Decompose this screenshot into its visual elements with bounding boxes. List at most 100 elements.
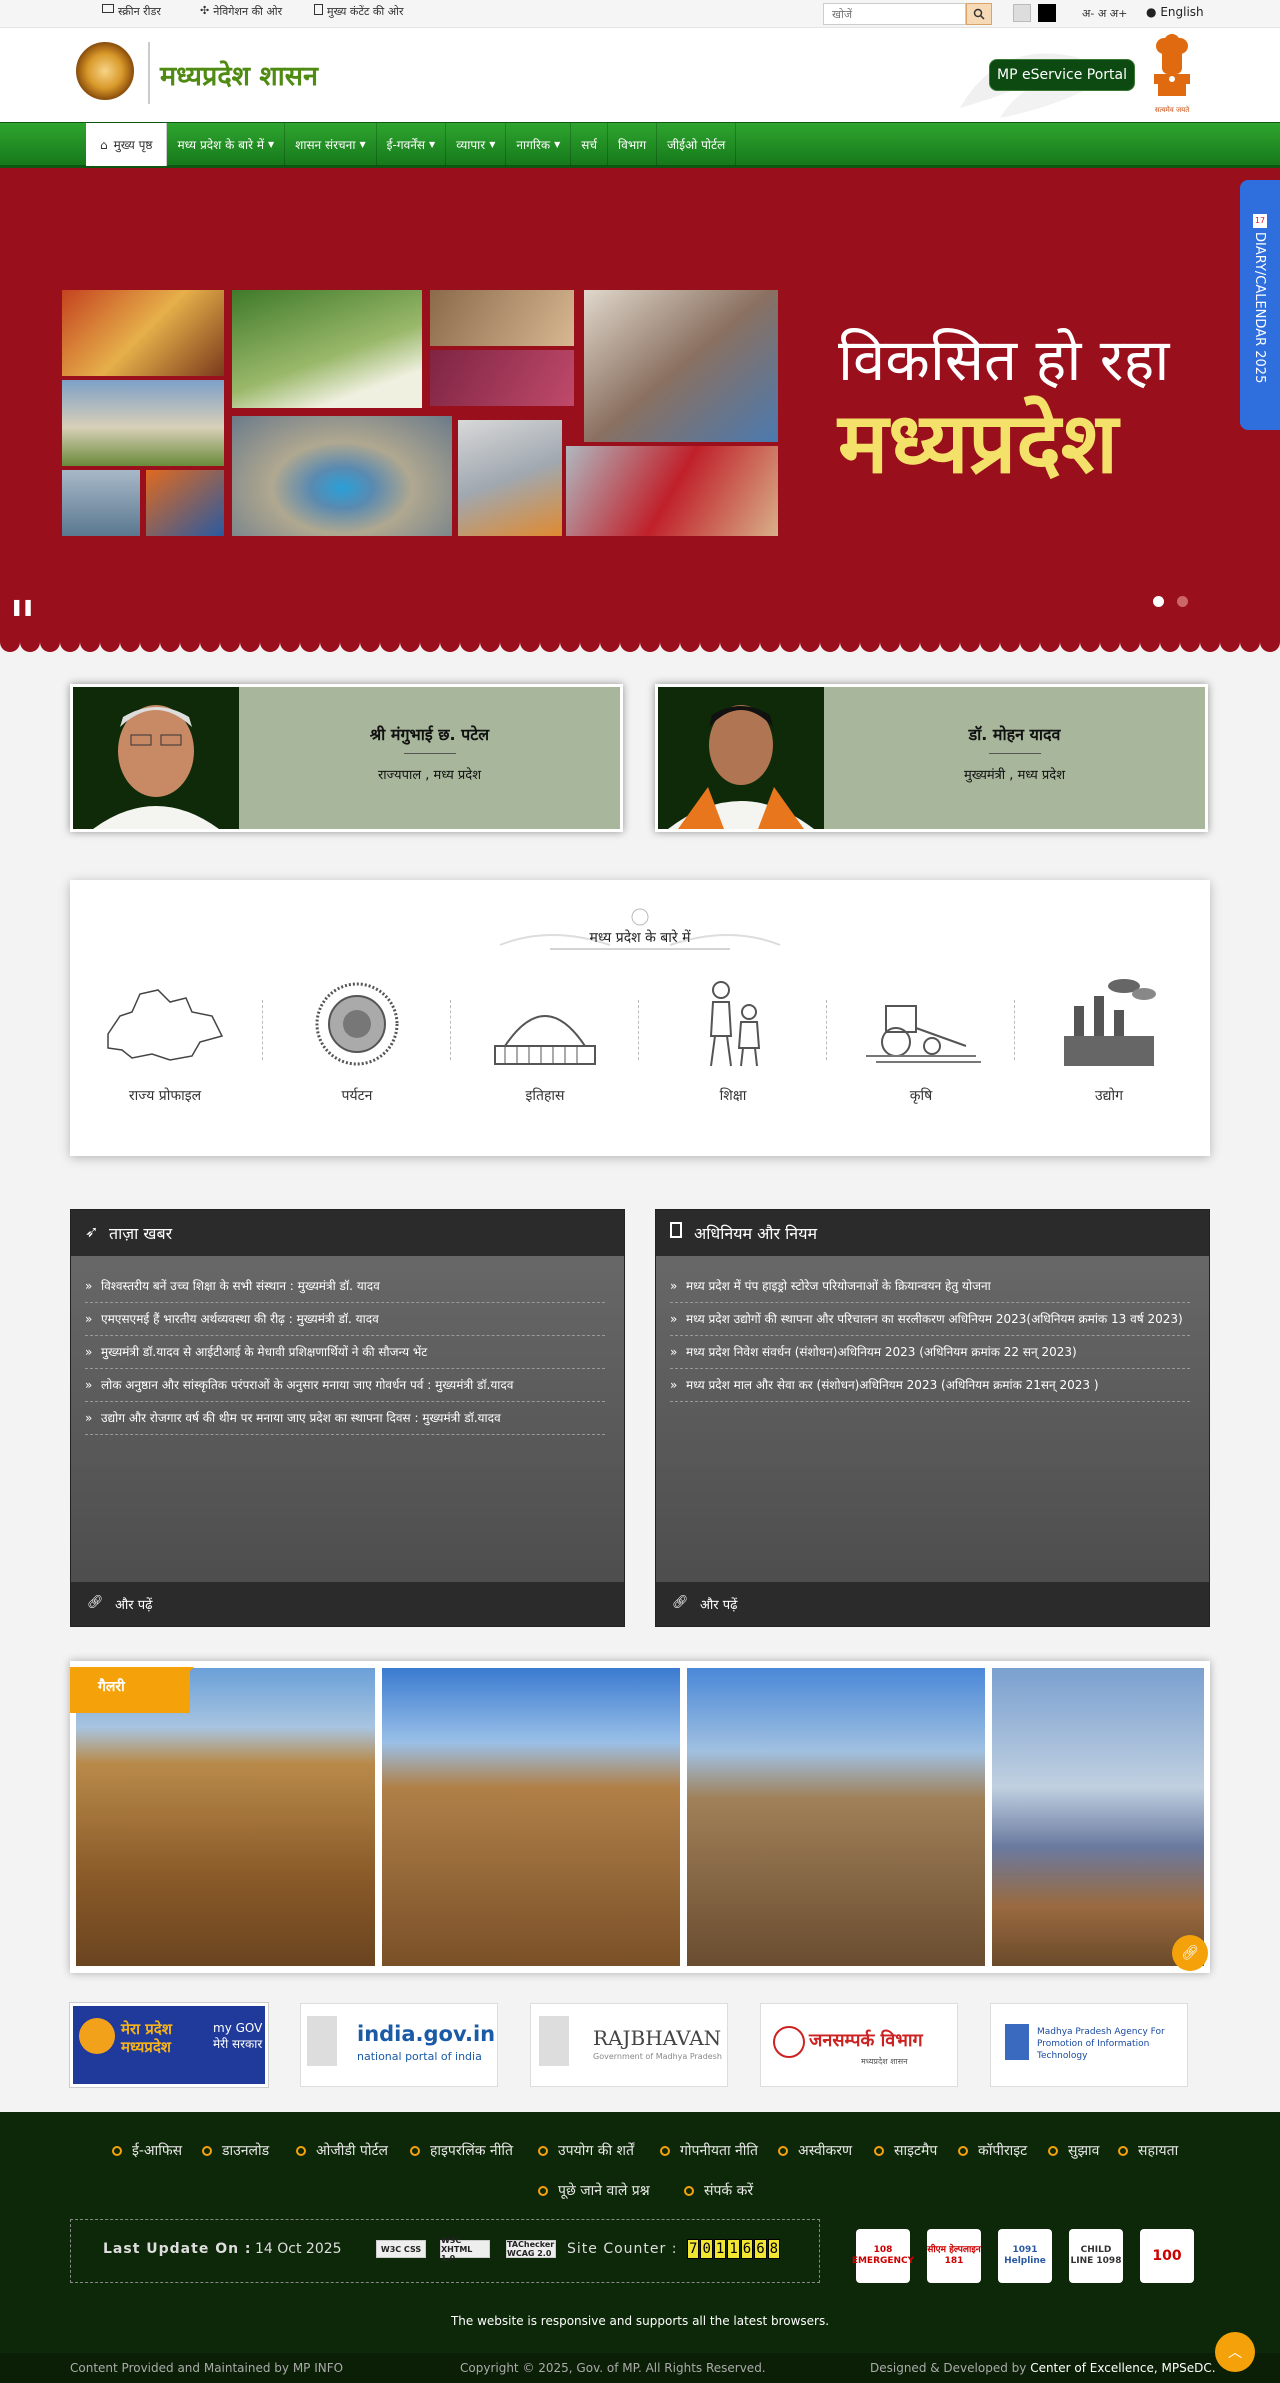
search-input[interactable] bbox=[823, 3, 966, 25]
circle-icon bbox=[296, 2146, 306, 2156]
collage-photo bbox=[458, 420, 562, 536]
act-item[interactable]: मध्य प्रदेश माल और सेवा कर (संशोधन)अधिनि… bbox=[670, 1369, 1190, 1402]
news-item[interactable]: विश्वस्तरीय बनें उच्च शिक्षा के सभी संस्… bbox=[85, 1270, 605, 1303]
childline-1098-icon[interactable]: CHILD LINE 1098 bbox=[1069, 2229, 1123, 2283]
footer-link-faq[interactable]: पूछे जाने वाले प्रश्न bbox=[538, 2181, 650, 2200]
footer-link-copyright[interactable]: कॉपीराइट bbox=[958, 2141, 1027, 2160]
women-helpline-1091-icon[interactable]: 1091 Helpline bbox=[998, 2229, 1052, 2283]
footer-link-ogd[interactable]: ओजीडी पोर्टल bbox=[296, 2141, 388, 2160]
nav-egovernance[interactable]: ई-गवर्नेंस ▼ bbox=[377, 123, 447, 166]
copyright-text: Copyright © 2025, Gov. of MP. All Rights… bbox=[460, 2361, 766, 2375]
cm-helpline-181-icon[interactable]: सीएम हेल्पलाइन 181 bbox=[927, 2229, 981, 2283]
scroll-to-top-button[interactable]: ︿ bbox=[1215, 2332, 1255, 2372]
hero-title-line2: मध्यप्रदेश bbox=[838, 394, 1119, 492]
nav-search[interactable]: सर्च bbox=[571, 123, 609, 166]
ashoka-emblem-icon bbox=[307, 2016, 337, 2066]
chief-minister-card[interactable]: डॉ. मोहन यादव मुख्यमंत्री , मध्य प्रदेश bbox=[655, 684, 1208, 832]
rocket-icon: ➶ bbox=[85, 1222, 99, 1241]
footer-link-privacy[interactable]: गोपनीयता नीति bbox=[660, 2141, 758, 2160]
slider-dot-1[interactable] bbox=[1153, 596, 1164, 607]
emblem-icon bbox=[773, 2026, 805, 2058]
factory-icon bbox=[1064, 979, 1156, 1066]
about-state-profile[interactable]: राज्य प्रोफाइल bbox=[70, 976, 260, 1116]
acts-read-more[interactable]: 🔗︎ और पढ़ें bbox=[656, 1582, 1209, 1626]
pause-icon[interactable]: ❚❚ bbox=[10, 597, 35, 616]
w3c-css-badge[interactable]: W3C CSS bbox=[376, 2240, 426, 2258]
name-divider bbox=[989, 753, 1041, 754]
mpsedc-logo[interactable]: Madhya Pradesh Agency For Promotion of I… bbox=[990, 2003, 1188, 2087]
monument-icon bbox=[494, 1015, 596, 1065]
news-item[interactable]: एमएसएमई हैं भारतीय अर्थव्यवस्था की रीढ़ … bbox=[85, 1303, 605, 1336]
dark-contrast-toggle[interactable] bbox=[1038, 4, 1056, 22]
nav-about-mp[interactable]: मध्य प्रदेश के बारे में ▼ bbox=[167, 123, 286, 166]
news-item[interactable]: लोक अनुष्ठान और सांस्कृतिक परंपराओं के अ… bbox=[85, 1369, 605, 1402]
gallery-photo-riverside[interactable] bbox=[992, 1668, 1204, 1966]
footer-link-sitemap[interactable]: साइटमैप bbox=[874, 2141, 937, 2160]
circle-icon bbox=[778, 2146, 788, 2156]
link-icon[interactable]: 🔗︎ bbox=[1172, 1935, 1208, 1971]
nav-citizen[interactable]: नागरिक ▼ bbox=[506, 123, 572, 166]
act-item[interactable]: मध्य प्रदेश में पंप हाइड्रो स्टोरेज परिय… bbox=[670, 1270, 1190, 1303]
footer-link-help[interactable]: सहायता bbox=[1118, 2141, 1178, 2160]
calendar-icon: 17 bbox=[1253, 214, 1267, 228]
collage-photo bbox=[232, 290, 422, 408]
site-name[interactable]: मध्यप्रदेश शासन bbox=[160, 56, 318, 93]
tachecker-badge[interactable]: TAChecker WCAG 2.0 bbox=[506, 2240, 556, 2258]
about-education[interactable]: शिक्षा bbox=[638, 976, 828, 1116]
scalloped-edge bbox=[0, 642, 1280, 654]
footer-link-eoffice[interactable]: ई-आफिस bbox=[112, 2141, 182, 2160]
ashoka-emblem-icon bbox=[539, 2016, 569, 2066]
governor-card[interactable]: श्री मंगुभाई छ. पटेल राज्यपाल , मध्य प्र… bbox=[70, 684, 623, 832]
mygov-logo[interactable]: मेरा प्रदेश मध्यप्रदेश my GOV मेरी सरकार bbox=[70, 2003, 268, 2087]
about-tourism[interactable]: पर्यटन bbox=[262, 976, 452, 1116]
gallery-photo-temple[interactable] bbox=[382, 1668, 680, 1966]
about-agriculture[interactable]: कृषि bbox=[826, 976, 1016, 1116]
w3c-xhtml-badge[interactable]: W3C XHTML 1.0 bbox=[440, 2236, 490, 2263]
footer-link-download[interactable]: डाउनलोड bbox=[202, 2141, 269, 2160]
latest-news-panel: ➶ताज़ा खबर विश्वस्तरीय बनें उच्च शिक्षा … bbox=[70, 1209, 625, 1627]
gallery-photo-stupa[interactable] bbox=[687, 1668, 985, 1966]
nav-business[interactable]: व्यापार ▼ bbox=[446, 123, 507, 166]
footer-link-terms[interactable]: उपयोग की शर्तें bbox=[538, 2141, 634, 2160]
footer-link-suggestion[interactable]: सुझाव bbox=[1048, 2141, 1099, 2160]
about-history[interactable]: इतिहास bbox=[450, 976, 640, 1116]
act-item[interactable]: मध्य प्रदेश निवेश संवर्धन (संशोधन)अधिनिय… bbox=[670, 1336, 1190, 1369]
about-industry[interactable]: उद्योग bbox=[1014, 976, 1204, 1116]
circle-icon bbox=[538, 2186, 548, 2196]
children-icon bbox=[709, 981, 761, 1067]
header-divider bbox=[148, 42, 150, 104]
india-gov-logo[interactable]: india.gov.in national portal of india bbox=[300, 2003, 498, 2087]
diary-calendar-tab[interactable]: 17 DIARY/CALENDAR 2025 bbox=[1240, 180, 1280, 430]
light-contrast-toggle[interactable] bbox=[1013, 4, 1031, 22]
acts-list: मध्य प्रदेश में पंप हाइड्रो स्टोरेज परिय… bbox=[670, 1270, 1190, 1402]
rajbhavan-logo[interactable]: RAJBHAVAN Government of Madhya Pradesh bbox=[530, 2003, 728, 2087]
caret-down-icon: ▼ bbox=[554, 140, 561, 149]
screen-reader-link[interactable]: स्क्रीन रीडर bbox=[102, 4, 161, 19]
chief-minister-role: मुख्यमंत्री , मध्य प्रदेश bbox=[963, 768, 1066, 783]
footer-link-disclaimer[interactable]: अस्वीकरण bbox=[778, 2141, 852, 2160]
jansampark-logo[interactable]: जनसम्पर्क विभाग मध्यप्रदेश शासन bbox=[760, 2003, 958, 2087]
news-item[interactable]: उद्योग और रोजगार वर्ष की थीम पर मनाया जा… bbox=[85, 1402, 605, 1435]
tractor-icon bbox=[866, 1005, 981, 1063]
nav-skip-link[interactable]: ✣ नेविगेशन की ओर bbox=[200, 4, 282, 19]
news-read-more[interactable]: 🔗︎ और पढ़ें bbox=[71, 1582, 624, 1626]
emblem-icon bbox=[79, 2018, 115, 2054]
nav-home[interactable]: ⌂ मुख्य पृष्ठ bbox=[86, 123, 168, 166]
search-button[interactable] bbox=[966, 3, 992, 25]
nav-geo-portal[interactable]: जीईओ पोर्टल bbox=[657, 123, 737, 166]
footer-link-contact[interactable]: संपर्क करें bbox=[684, 2181, 753, 2200]
emergency-108-icon[interactable]: 108 EMERGENCY bbox=[852, 2229, 914, 2283]
main-content-skip-link[interactable]: मुख्य कंटेंट की ओर bbox=[314, 4, 403, 19]
nav-departments[interactable]: विभाग bbox=[608, 123, 658, 166]
police-100-icon[interactable]: 100 bbox=[1140, 2229, 1194, 2283]
eservice-portal-button[interactable]: MP eService Portal bbox=[989, 59, 1135, 91]
act-item[interactable]: मध्य प्रदेश उद्योगों की स्थापना और परिचा… bbox=[670, 1303, 1190, 1336]
collage-photo bbox=[430, 350, 574, 406]
mp-emblem-logo[interactable] bbox=[76, 42, 134, 100]
slider-dot-2[interactable] bbox=[1177, 596, 1188, 607]
footer-link-hyperlink-policy[interactable]: हाइपरलिंक नीति bbox=[410, 2141, 513, 2160]
nav-governance[interactable]: शासन संरचना ▼ bbox=[285, 123, 377, 166]
news-item[interactable]: मुख्यमंत्री डॉ.यादव से आईटीआई के मेधावी … bbox=[85, 1336, 605, 1369]
language-switch[interactable]: ● English bbox=[1146, 5, 1204, 19]
font-size-controls[interactable]: अ- अ अ+ bbox=[1082, 6, 1127, 21]
